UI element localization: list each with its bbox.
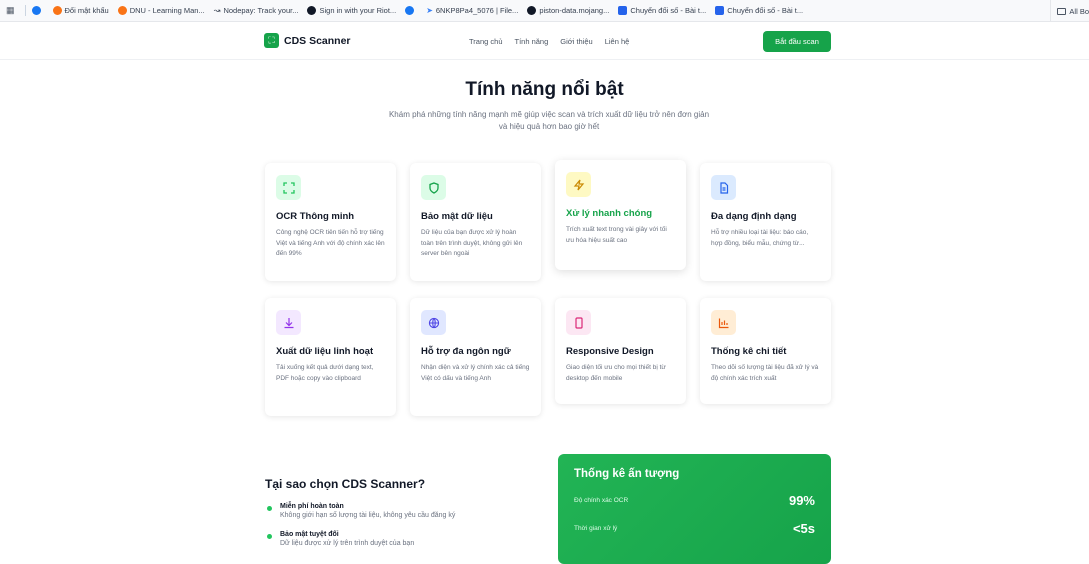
github-icon	[527, 6, 537, 15]
feature-desc: Tải xuống kết quả dưới dạng text, PDF ho…	[276, 364, 374, 382]
feature-desc: Nhận diện và xử lý chính xác cả tiếng Vi…	[421, 364, 530, 382]
bookmark-item[interactable]: ➤ 6NKP8Pa4_5076 | File...	[426, 6, 518, 15]
stat-label: Độ chính xác OCR	[574, 497, 629, 504]
feature-desc: Dữ liệu của bạn được xử lý hoàn toàn trê…	[421, 229, 523, 257]
stats-panel: Thống kê ấn tượng Độ chính xác OCR 99% T…	[558, 454, 831, 564]
feature-card-export: Xuất dữ liệu linh hoạt Tải xuống kết quả…	[265, 298, 396, 416]
site-navbar: ⛶ CDS Scanner Trang chủ Tính năng Giới t…	[0, 22, 1089, 60]
feature-desc: Hỗ trợ nhiều loại tài liệu: báo cáo, hợp…	[711, 229, 809, 247]
feature-desc: Theo dõi số lượng tài liệu đã xử lý và đ…	[711, 364, 819, 382]
check-dot-icon	[267, 506, 272, 511]
globe-icon	[421, 310, 446, 335]
stat-value: 99%	[788, 493, 815, 508]
bookmark-item[interactable]: Sign in with your Riot...	[307, 6, 396, 15]
feature-card-statistics: Thống kê chi tiết Theo dõi số lượng tài …	[700, 298, 831, 404]
feature-card-responsive: Responsive Design Giao diện tối ưu cho m…	[555, 298, 686, 404]
feature-card-languages: Hỗ trợ đa ngôn ngữ Nhận diện và xử lý ch…	[410, 298, 541, 416]
feature-title: Xử lý nhanh chóng	[566, 208, 653, 219]
why-item-desc: Dữ liệu được xử lý trên trình duyệt của …	[280, 540, 415, 547]
bookmark-label: Đổi mật khẩu	[64, 6, 109, 15]
stat-row: Độ chính xác OCR 99%	[574, 493, 815, 508]
why-item: Bảo mật tuyệt đối Dữ liệu được xử lý trê…	[267, 531, 414, 547]
bookmark-label: Chuyển đổi số - Bài t...	[630, 6, 707, 15]
bookmark-label: 6NKP8Pa4_5076 | File...	[435, 6, 519, 15]
nav-link-home[interactable]: Trang chủ	[469, 37, 503, 46]
stats-title: Thống kê ấn tượng	[574, 468, 680, 480]
scan-icon	[276, 175, 301, 200]
feature-title: Responsive Design	[566, 346, 654, 357]
subtitle-line-1: Khám phá những tính năng mạnh mẽ giúp vi…	[388, 110, 710, 119]
check-dot-icon	[267, 534, 272, 539]
bookmark-item[interactable]: DNU - Learning Man...	[117, 6, 205, 15]
brand-name: CDS Scanner	[284, 34, 351, 47]
nav-link-contact[interactable]: Liên hệ	[605, 37, 630, 46]
feature-desc: Giao diện tối ưu cho mọi thiết bị từ des…	[566, 364, 666, 382]
feature-title: Đa dạng định dạng	[711, 211, 797, 222]
bookmark-label: Sign in with your Riot...	[319, 6, 397, 15]
why-item: Miễn phí hoàn toàn Không giới hạn số lượ…	[267, 503, 455, 519]
subtitle-line-2: và hiệu quả hơn bao giờ hết	[498, 122, 600, 131]
bookmark-item[interactable]: ↝ Nodepay: Track your...	[214, 6, 299, 15]
download-icon	[276, 310, 301, 335]
nodepay-icon: ↝	[213, 6, 221, 15]
bookmark-favicon-icon	[715, 6, 725, 15]
mobile-icon	[566, 310, 591, 335]
apps-grid-icon[interactable]: ▦	[6, 5, 15, 16]
start-scan-button[interactable]: Bắt đầu scan	[763, 31, 831, 52]
bookmark-facebook[interactable]	[31, 6, 44, 15]
all-bookmarks-button[interactable]: All Bo	[1050, 0, 1089, 21]
stat-label: Thời gian xử lý	[574, 525, 618, 532]
bookmark-label: DNU - Learning Man...	[129, 6, 205, 15]
why-item-title: Miễn phí hoàn toàn	[280, 503, 344, 510]
bookmark-item[interactable]: piston-data.mojang...	[527, 6, 609, 15]
feature-title: Hỗ trợ đa ngôn ngữ	[421, 346, 511, 357]
feature-card-speed: Xử lý nhanh chóng Trích xuất text trong …	[555, 160, 686, 270]
shield-icon	[421, 175, 446, 200]
scan-logo-icon: ⛶	[264, 33, 279, 48]
nav-link-features[interactable]: Tính năng	[515, 37, 549, 46]
bird-icon: ➤	[426, 6, 433, 15]
riot-icon	[307, 6, 317, 15]
bar-chart-icon	[711, 310, 736, 335]
stat-row: Thời gian xử lý <5s	[574, 521, 815, 536]
feature-card-security: Bảo mật dữ liệu Dữ liệu của bạn được xử …	[410, 163, 541, 281]
feature-card-formats: Đa dạng định dạng Hỗ trợ nhiều loại tài …	[700, 163, 831, 281]
feature-title: OCR Thông minh	[276, 211, 355, 222]
all-bookmarks-label: All Bo	[1069, 6, 1089, 16]
bookmarks-divider	[24, 5, 26, 16]
bookmarks-bar: ▦ Đổi mật khẩu DNU - Learning Man... ↝ No…	[0, 0, 1089, 22]
bookmark-favicon-icon	[618, 6, 628, 15]
facebook-icon	[31, 6, 41, 15]
why-title: Tại sao chọn CDS Scanner?	[265, 477, 426, 491]
bookmark-item[interactable]: Chuyển đổi số - Bài t...	[618, 6, 706, 15]
bookmark-favicon-icon	[117, 6, 127, 15]
lightning-icon	[566, 172, 591, 197]
why-item-title: Bảo mật tuyệt đối	[280, 531, 339, 538]
section-title: Tính năng nổi bật	[465, 79, 624, 100]
bookmark-label: piston-data.mojang...	[539, 6, 610, 15]
bookmark-label: Nodepay: Track your...	[223, 6, 299, 15]
nav-links: Trang chủ Tính năng Giới thiệu Liên hệ	[469, 37, 641, 46]
nav-link-about[interactable]: Giới thiệu	[560, 37, 592, 46]
bookmark-favicon-icon	[52, 6, 62, 15]
feature-title: Thống kê chi tiết	[711, 346, 787, 357]
feature-desc: Công nghệ OCR tiên tiến hỗ trợ tiếng Việ…	[276, 229, 385, 257]
folder-icon	[1057, 7, 1067, 15]
section-subtitle: Khám phá những tính năng mạnh mẽ giúp vi…	[369, 109, 729, 133]
feature-card-ocr: OCR Thông minh Công nghệ OCR tiên tiến h…	[265, 163, 396, 281]
feature-desc: Trích xuất text trong vài giây với tối ư…	[566, 226, 667, 244]
feature-title: Xuất dữ liệu linh hoạt	[276, 346, 374, 357]
bookmark-item[interactable]: Chuyển đổi số - Bài t...	[715, 6, 803, 15]
why-item-desc: Không giới hạn số lượng tài liệu, không …	[280, 512, 456, 519]
facebook-icon	[405, 6, 415, 15]
bookmark-facebook-2[interactable]	[405, 6, 417, 15]
stat-value: <5s	[792, 521, 815, 536]
document-icon	[711, 175, 736, 200]
bookmark-item[interactable]: Đổi mật khẩu	[52, 6, 109, 15]
bookmark-label: Chuyển đổi số - Bài t...	[727, 6, 804, 15]
brand-logo[interactable]: ⛶ CDS Scanner	[264, 33, 351, 48]
feature-title: Bảo mật dữ liệu	[421, 211, 493, 222]
